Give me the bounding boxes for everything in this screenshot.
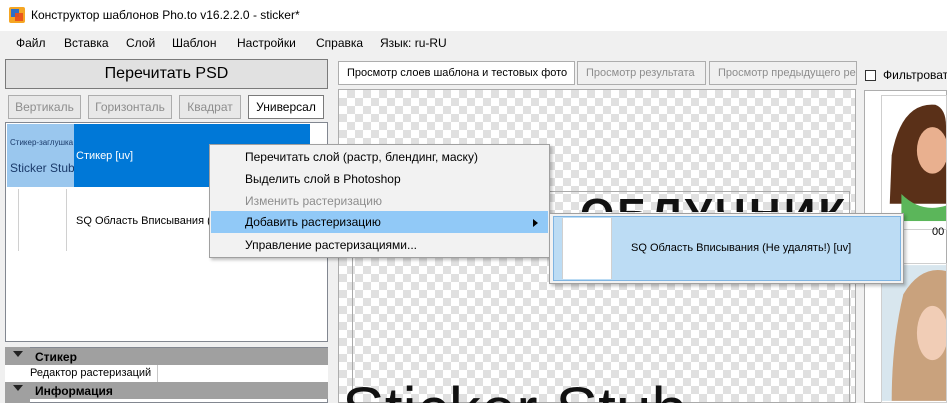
property-category-label: Стикер [35,350,77,364]
reread-psd-button[interactable]: Перечитать PSD [5,59,328,89]
menu-settings[interactable]: Настройки [237,36,296,50]
menu-insert[interactable]: Вставка [64,36,109,50]
menu-item-manage-rasterizations[interactable]: Управление растеризациями... [245,238,417,252]
menu-language[interactable]: Язык: ru-RU [380,36,447,50]
tab-previous-result[interactable]: Просмотр предыдущего ре [709,61,857,85]
tab-result[interactable]: Просмотр результата [577,61,706,85]
layer-label-sticker: Стикер [uv] [76,150,134,162]
collapse-icon[interactable] [13,385,23,391]
layer-thumbnail[interactable] [18,189,67,251]
portrait-image [882,265,946,401]
submenu-item-label: SQ Область Вписывания (Не удалять!) [uv] [631,242,852,254]
mode-vertical-button[interactable]: Вертикаль [8,95,81,119]
layer-label-fit-area[interactable]: SQ Область Вписывания ( [76,215,211,227]
menu-layer[interactable]: Слой [126,36,155,50]
menu-item-reread-layer[interactable]: Перечитать слой (растр, блендинг, маску) [245,150,478,164]
submenu-arrow-icon [533,219,538,227]
preview-text-top: ОБЛУЧНИК [580,190,848,212]
menu-item-add-rasterization[interactable]: Добавить растеризацию [245,215,381,229]
preview-text-bottom: Sticker Stub [342,378,687,403]
layer-thumbnail[interactable] [7,124,74,187]
menu-template[interactable]: Шаблон [172,36,216,50]
submenu-item-thumbnail [562,218,612,279]
test-photo-thumbnail[interactable] [881,95,947,230]
menu-help[interactable]: Справка [316,36,363,50]
layer-thumbnail-text: Sticker Stub [10,161,75,175]
mode-square-button[interactable]: Квадрат [179,95,241,119]
window-title: Конструктор шаблонов Pho.to v16.2.2.0 - … [31,8,300,22]
property-category-label: Информация [35,384,113,398]
property-category-sticker[interactable]: Стикер [5,348,328,365]
mode-universal-button[interactable]: Универсал [248,95,324,119]
layer-thumbnail-caption: Стикер-заглушка [10,138,74,147]
filter-label[interactable]: Фильтровать [883,68,947,82]
portrait-image [882,97,946,228]
menu-item-select-in-photoshop[interactable]: Выделить слой в Photoshop [245,172,401,186]
property-category-info[interactable]: Информация [5,382,328,399]
mode-horizontal-button[interactable]: Горизонталь [88,95,172,119]
property-name: Редактор растеризаций [30,367,152,379]
tab-template-layers[interactable]: Просмотр слоев шаблона и тестовых фото [338,61,575,85]
menu-item-edit-rasterization[interactable]: Изменить растеризацию [245,194,382,208]
test-photo-number: 00 [932,226,945,238]
app-icon [9,7,25,23]
filter-checkbox[interactable] [865,70,876,81]
menu-file[interactable]: Файл [16,36,46,50]
property-divider [157,365,158,382]
test-photo-thumbnail[interactable] [881,263,947,403]
collapse-icon[interactable] [13,351,23,357]
